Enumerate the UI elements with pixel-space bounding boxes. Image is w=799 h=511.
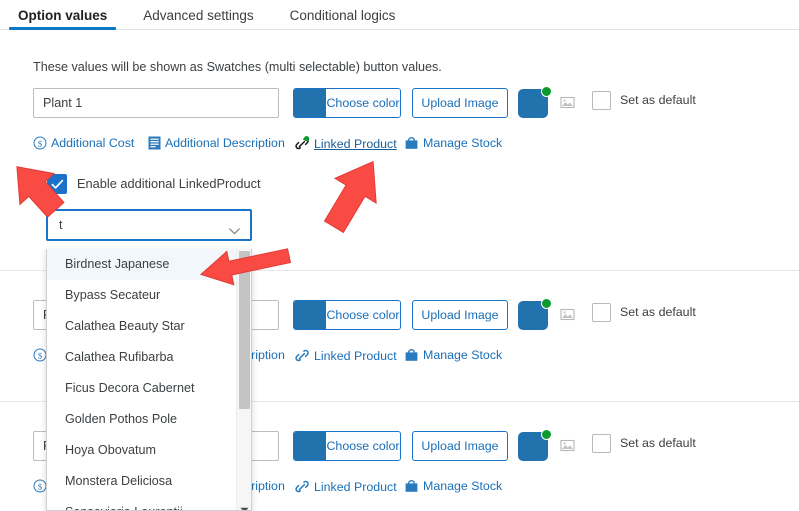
dropdown-option[interactable]: Hoya Obovatum: [47, 435, 251, 466]
dropdown-option[interactable]: Sansevieria Laurentii: [47, 497, 251, 510]
linked-product-label: Linked Product: [314, 479, 397, 494]
set-as-default-label: Set as default: [620, 436, 696, 450]
upload-image-button[interactable]: Upload Image: [412, 88, 508, 118]
additional-description-link[interactable]: Additional Description: [148, 136, 285, 150]
dropdown-option[interactable]: Golden Pothos Pole: [47, 404, 251, 435]
tab-advanced-settings[interactable]: Advanced settings: [125, 0, 271, 31]
manage-stock-link[interactable]: Manage Stock: [404, 348, 502, 362]
status-badge-icon: [541, 298, 552, 309]
dropdown-option[interactable]: Birdnest Japanese: [47, 249, 251, 280]
link-chain-icon: [295, 136, 310, 151]
manage-stock-label: Manage Stock: [423, 136, 503, 150]
description-lines-icon: [148, 136, 161, 150]
linked-product-link[interactable]: Linked Product: [295, 348, 397, 363]
status-badge-icon: [541, 86, 552, 97]
image-thumbnail[interactable]: [518, 298, 552, 332]
enable-linked-product-checkbox[interactable]: [47, 174, 67, 194]
manage-stock-link[interactable]: Manage Stock: [404, 479, 502, 493]
svg-text:$: $: [38, 350, 43, 360]
enable-linked-product-label: Enable additional LinkedProduct: [77, 176, 261, 191]
option-row: Choose color Upload Image Set as default…: [0, 86, 799, 218]
svg-text:$: $: [38, 481, 43, 491]
set-as-default-checkbox[interactable]: [592, 303, 611, 322]
choose-color-button[interactable]: Choose color: [293, 300, 401, 330]
status-badge-icon: [541, 429, 552, 440]
tab-conditional-logics-label: Conditional logics: [289, 8, 396, 23]
image-thumbnail[interactable]: [518, 429, 552, 463]
dropdown-option[interactable]: Calathea Rufibarba: [47, 342, 251, 373]
helper-text: These values will be shown as Swatches (…: [33, 60, 442, 74]
combobox-value: t: [59, 218, 63, 232]
additional-cost-label: Additional Cost: [51, 136, 135, 150]
shopping-bag-icon: [404, 348, 419, 362]
tab-bar: Option values Advanced settings Conditio…: [0, 0, 799, 31]
scrollbar-thumb[interactable]: [239, 251, 250, 409]
set-as-default-checkbox[interactable]: [592, 91, 611, 110]
manage-stock-label: Manage Stock: [423, 479, 503, 493]
dropdown-option[interactable]: Bypass Secateur: [47, 280, 251, 311]
tab-option-values-label: Option values: [18, 8, 108, 23]
dollar-circle-icon: $: [33, 479, 47, 493]
choose-color-label: Choose color: [326, 432, 400, 460]
image-thumbnail[interactable]: [518, 86, 552, 120]
linked-product-dropdown[interactable]: Birdnest Japanese Bypass Secateur Calath…: [46, 249, 252, 511]
dropdown-option[interactable]: Calathea Beauty Star: [47, 311, 251, 342]
dollar-circle-icon: $: [33, 348, 47, 362]
choose-color-button[interactable]: Choose color: [293, 431, 401, 461]
additional-description-label: Additional Description: [165, 136, 285, 150]
broken-image-icon: [560, 307, 575, 322]
choose-color-button[interactable]: Choose color: [293, 88, 401, 118]
color-swatch: [294, 89, 326, 117]
link-chain-icon: [295, 479, 310, 494]
dropdown-option[interactable]: Ficus Decora Cabernet: [47, 373, 251, 404]
linked-product-label: Linked Product: [314, 348, 397, 363]
manage-stock-label: Manage Stock: [423, 348, 503, 362]
set-as-default-checkbox[interactable]: [592, 434, 611, 453]
set-as-default-label: Set as default: [620, 305, 696, 319]
dropdown-option[interactable]: Monstera Deliciosa: [47, 466, 251, 497]
upload-image-button[interactable]: Upload Image: [412, 300, 508, 330]
link-chain-icon: [295, 348, 310, 363]
chevron-down-icon[interactable]: [229, 222, 240, 235]
upload-image-button[interactable]: Upload Image: [412, 431, 508, 461]
tab-conditional-logics[interactable]: Conditional logics: [272, 0, 414, 31]
set-as-default-label: Set as default: [620, 93, 696, 107]
color-swatch: [294, 432, 326, 460]
tab-active-indicator: [9, 27, 117, 30]
color-swatch: [294, 301, 326, 329]
tab-advanced-settings-label: Advanced settings: [143, 8, 254, 23]
dollar-circle-icon: $: [33, 136, 47, 150]
check-icon: [51, 179, 63, 189]
choose-color-label: Choose color: [326, 89, 400, 117]
broken-image-icon: [560, 95, 575, 110]
broken-image-icon: [560, 438, 575, 453]
dropdown-scrollbar[interactable]: [236, 249, 251, 510]
option-values-panel: Option values Advanced settings Conditio…: [0, 0, 799, 511]
additional-cost-link[interactable]: $ Additional Cost: [33, 136, 134, 150]
option-value-input[interactable]: [33, 88, 279, 118]
linked-product-label: Linked Product: [314, 136, 397, 151]
linked-product-link[interactable]: Linked Product: [295, 479, 397, 494]
choose-color-label: Choose color: [326, 301, 400, 329]
shopping-bag-icon: [404, 479, 419, 493]
shopping-bag-icon: [404, 136, 419, 150]
scroll-down-arrow-icon[interactable]: [240, 500, 249, 510]
svg-text:$: $: [38, 138, 43, 148]
linked-product-combobox[interactable]: t: [46, 209, 252, 241]
linked-product-link[interactable]: Linked Product: [295, 136, 397, 151]
manage-stock-link[interactable]: Manage Stock: [404, 136, 502, 150]
tab-option-values[interactable]: Option values: [0, 0, 125, 31]
